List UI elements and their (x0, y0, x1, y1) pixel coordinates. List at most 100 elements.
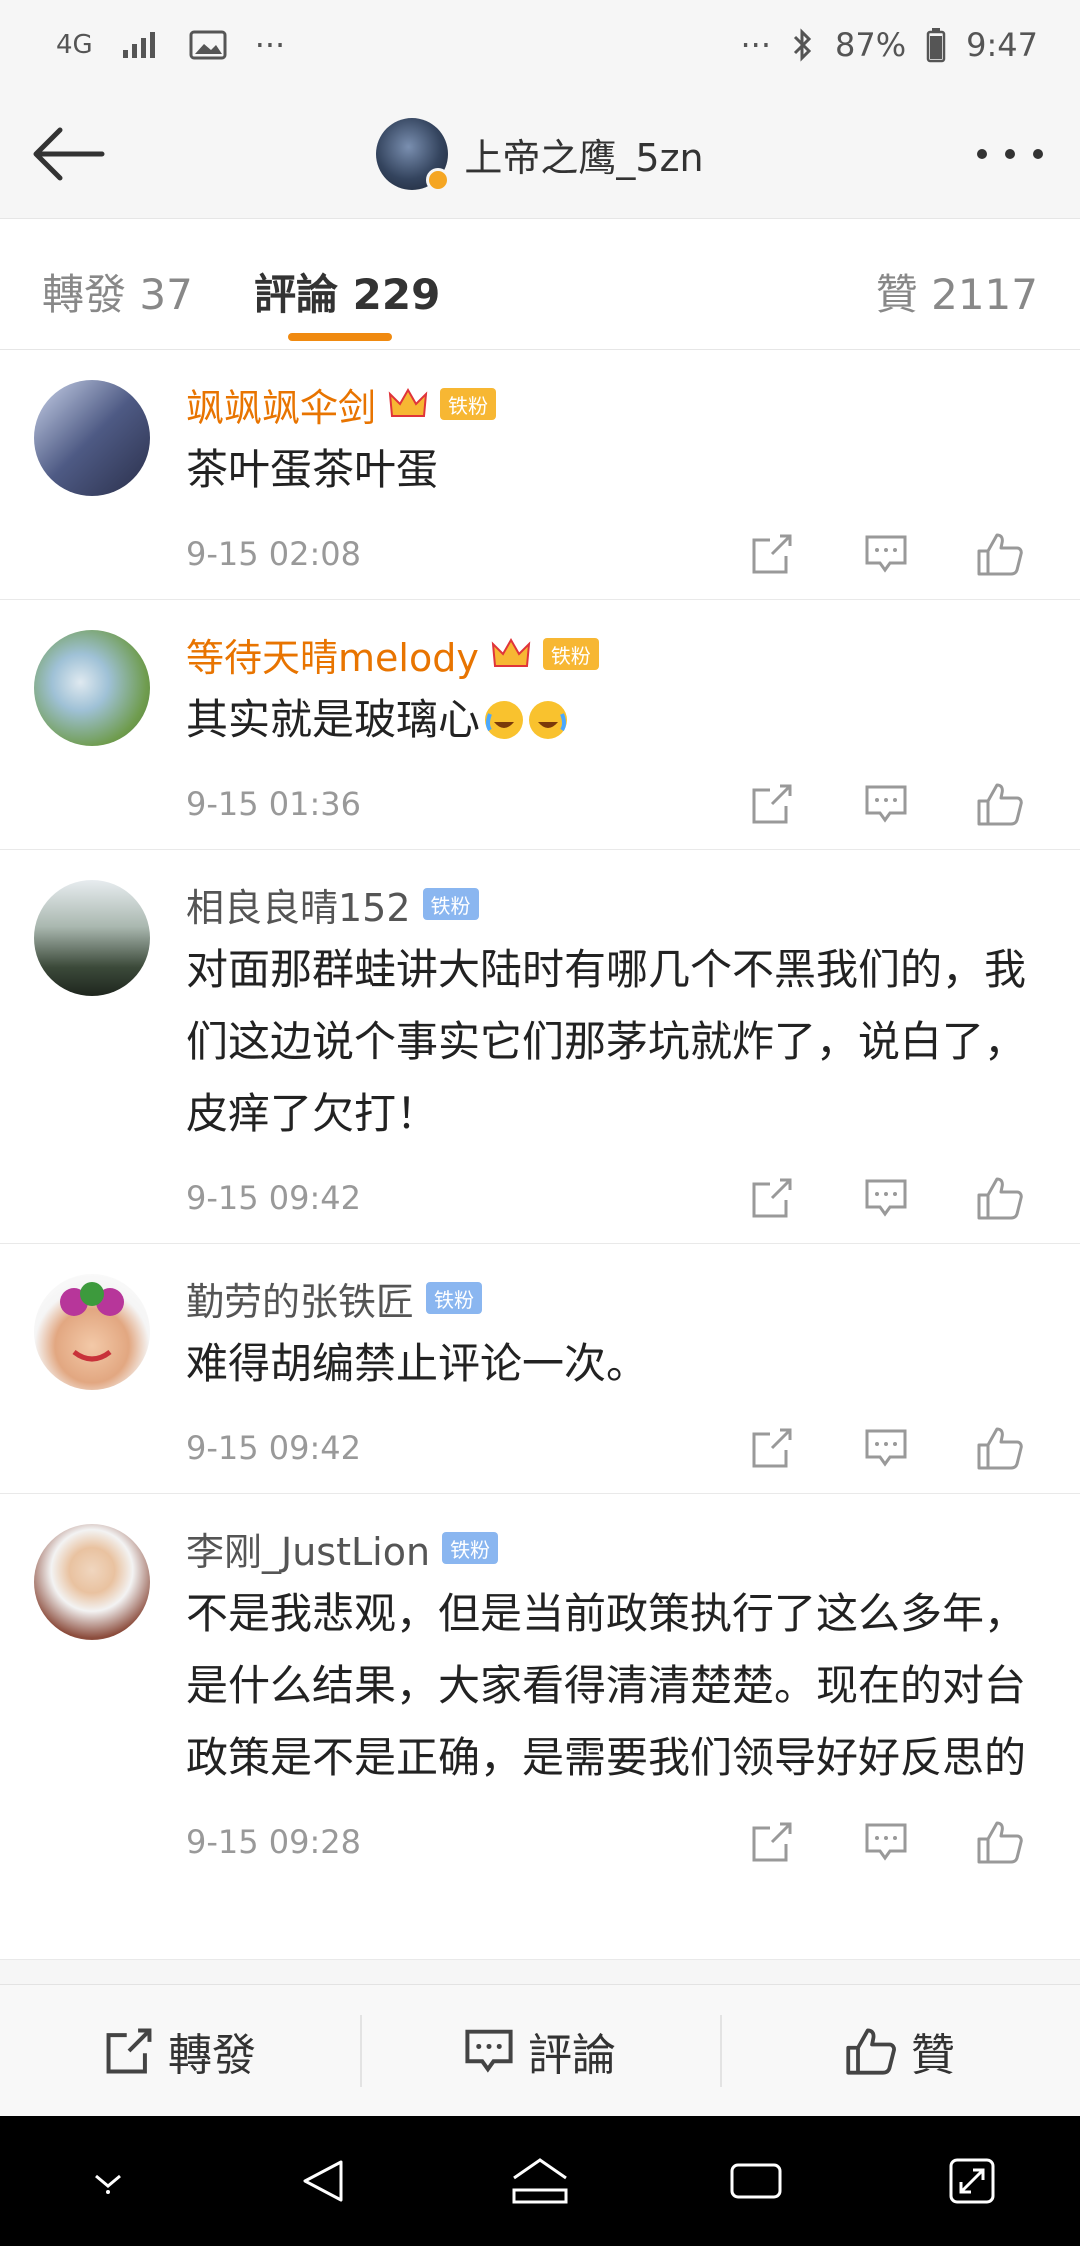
crown-icon (388, 386, 428, 422)
reply-button[interactable] (860, 528, 912, 580)
image-icon (189, 30, 227, 60)
comment-username[interactable]: 相良良晴152 (186, 877, 411, 932)
comment-time: 9-15 02:08 (186, 535, 362, 573)
bluetooth-icon (791, 27, 815, 63)
chevron-down-icon (95, 2174, 121, 2194)
crown-icon (491, 636, 531, 672)
comment-time: 9-15 09:42 (186, 1179, 362, 1217)
comment-item: 勤劳的张铁匠 铁粉 难得胡编禁止评论一次。 9-15 09:42 (0, 1244, 1080, 1494)
repost-label: 轉發 (168, 2029, 256, 2081)
like-button[interactable] (974, 1422, 1026, 1474)
comment-icon (865, 535, 907, 573)
nav-back-button[interactable] (284, 2141, 364, 2221)
comment-time: 9-15 09:28 (186, 1823, 362, 1861)
share-button[interactable] (746, 1172, 798, 1224)
top-header: 上帝之鹰_5zn (0, 90, 1080, 218)
reply-button[interactable] (860, 1816, 912, 1868)
comment-icon (865, 1823, 907, 1861)
nav-hide-button[interactable] (68, 2141, 148, 2221)
header-user[interactable]: 上帝之鹰_5zn (376, 118, 704, 192)
clock: 9:47 (966, 26, 1038, 64)
comment-icon (865, 785, 907, 823)
comment-text: 不是我悲观，但是当前政策执行了这么多年，是什么结果，大家看得清清楚楚。现在的对台… (186, 1589, 1027, 1782)
avatar[interactable] (376, 118, 451, 192)
like-post-button[interactable]: 贊 (720, 1985, 1080, 2116)
comment-time: 9-15 09:42 (186, 1429, 362, 1467)
comment-icon (865, 1429, 907, 1467)
nav-recents-button[interactable] (716, 2141, 796, 2221)
tab-comments[interactable]: 評論 229 (254, 261, 440, 322)
status-more-right: ··· (740, 26, 772, 64)
comment-text: 对面那群蛙讲大陆时有哪几个不黑我们的，我们这边说个事实它们那茅坑就炸了，说白了，… (186, 945, 1027, 1138)
share-icon (752, 784, 792, 824)
tab-likes[interactable]: 贊 2117 (876, 261, 1038, 322)
share-button[interactable] (746, 1816, 798, 1868)
active-tab-indicator (288, 333, 392, 341)
reply-button[interactable] (860, 1422, 912, 1474)
share-button[interactable] (746, 1422, 798, 1474)
repost-button[interactable]: 轉發 (0, 1985, 360, 2116)
avatar[interactable] (34, 1274, 150, 1390)
system-nav-bar (0, 2116, 1080, 2246)
comment-item: 李刚_JustLion 铁粉 不是我悲观，但是当前政策执行了这么多年，是什么结果… (0, 1494, 1080, 1960)
like-button[interactable] (974, 528, 1026, 580)
comment-username[interactable]: 勤劳的张铁匠 (186, 1271, 414, 1326)
triangle-back-icon (303, 2160, 343, 2202)
comment-text-row: 其实就是玻璃心 (186, 684, 1040, 756)
thumbs-up-icon (977, 1177, 1023, 1220)
comment-username[interactable]: 等待天晴melody (186, 627, 479, 682)
comment-icon (465, 2029, 513, 2073)
comment-icon (865, 1179, 907, 1217)
bottom-action-bar: 轉發 評論 贊 (0, 1984, 1080, 2116)
tab-bar: 轉發 37 評論 229 贊 2117 (0, 218, 1080, 350)
network-label: 4G (56, 30, 93, 60)
battery-icon (926, 27, 946, 63)
comment-item: 相良良晴152 铁粉 对面那群蛙讲大陆时有哪几个不黑我们的，我们这边说个事实它们… (0, 850, 1080, 1244)
nav-fullscreen-button[interactable] (932, 2141, 1012, 2221)
laugh-cry-emoji-icon (482, 698, 570, 742)
battery-percent: 87% (835, 26, 907, 64)
avatar[interactable] (34, 1524, 150, 1640)
more-button[interactable] (966, 110, 1054, 198)
fan-badge: 铁粉 (426, 1282, 483, 1314)
like-button[interactable] (974, 1172, 1026, 1224)
page-title: 上帝之鹰_5zn (464, 135, 704, 180)
reply-button[interactable] (860, 1172, 912, 1224)
fan-badge: 铁粉 (542, 638, 599, 670)
reply-button[interactable] (860, 778, 912, 830)
share-button[interactable] (746, 528, 798, 580)
fan-badge: 铁粉 (442, 1532, 499, 1564)
status-more-left: ··· (254, 26, 286, 64)
comment-label: 評論 (528, 2029, 616, 2081)
share-icon (752, 1178, 792, 1218)
signal-icon (121, 30, 161, 60)
thumbs-up-icon (846, 2028, 896, 2075)
more-dots-icon (977, 149, 1043, 159)
share-icon (752, 534, 792, 574)
nav-home-button[interactable] (500, 2141, 580, 2221)
comment-username[interactable]: 飒飒飒伞剑 (186, 377, 376, 432)
like-button[interactable] (974, 1816, 1026, 1868)
comment-text: 茶叶蛋茶叶蛋 (186, 445, 439, 494)
comment-list: 飒飒飒伞剑 铁粉 茶叶蛋茶叶蛋 9-15 02:08 等待天晴melody 铁粉 (0, 350, 1080, 1960)
recents-icon (730, 2163, 782, 2199)
thumbs-up-icon (977, 1821, 1023, 1864)
thumbs-up-icon (977, 533, 1023, 576)
like-button[interactable] (974, 778, 1026, 830)
fan-badge: 铁粉 (422, 888, 479, 920)
status-bar: 4G ··· ··· 87% 9:47 (0, 0, 1080, 90)
comment-button[interactable]: 評論 (360, 1985, 720, 2116)
tab-repost[interactable]: 轉發 37 (42, 261, 193, 322)
comment-time: 9-15 01:36 (186, 785, 362, 823)
share-button[interactable] (746, 778, 798, 830)
avatar[interactable] (34, 380, 150, 496)
avatar[interactable] (34, 630, 150, 746)
comment-username[interactable]: 李刚_JustLion (186, 1521, 430, 1576)
back-button[interactable] (24, 110, 112, 198)
comment-text: 其实就是玻璃心 (186, 695, 481, 744)
fan-badge: 铁粉 (440, 388, 497, 420)
home-icon (512, 2158, 568, 2204)
avatar[interactable] (34, 880, 150, 996)
expand-icon (949, 2158, 995, 2204)
comment-item: 等待天晴melody 铁粉 其实就是玻璃心 9-15 01:36 (0, 600, 1080, 850)
